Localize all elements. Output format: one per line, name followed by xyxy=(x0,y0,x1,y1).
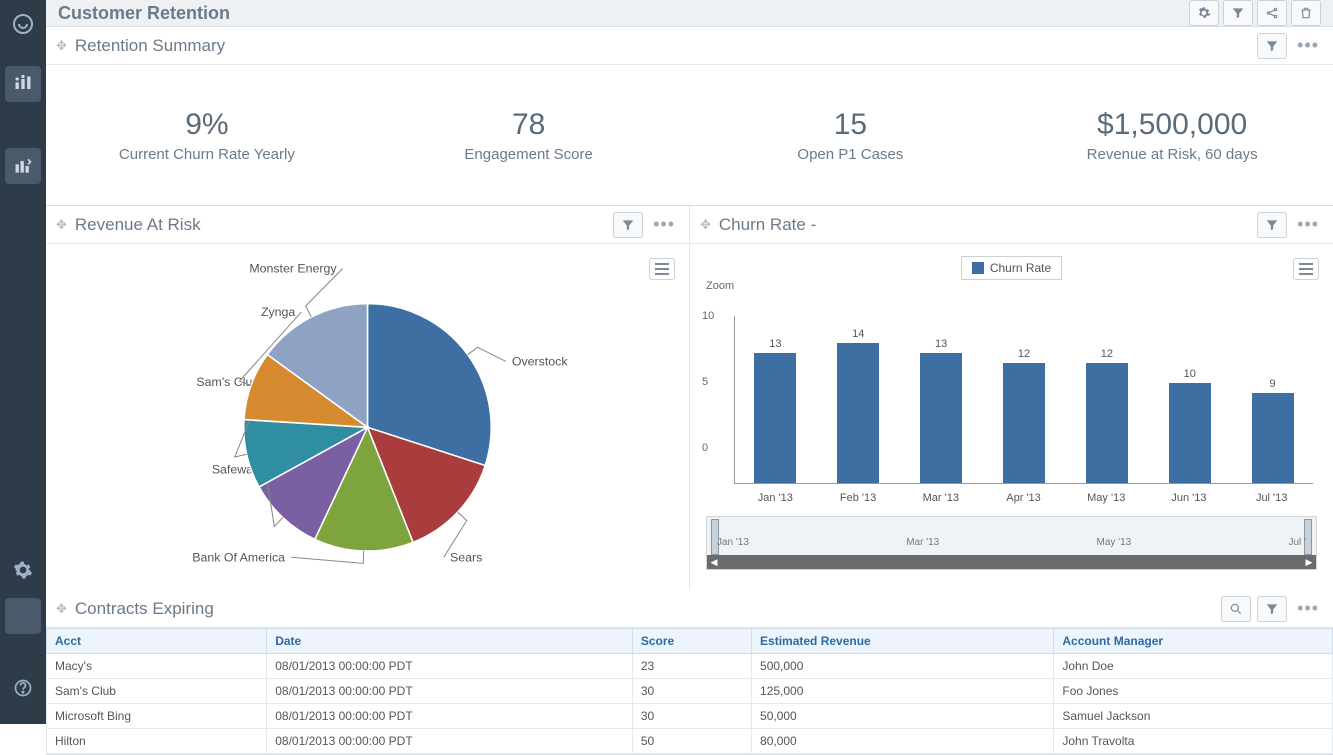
panel-revenue-at-risk: ✥ Revenue At Risk ••• Overstock Sears Bank… xyxy=(46,206,690,590)
panel-retention-summary: ✥ Retention Summary ••• 9% Current Churn… xyxy=(46,27,1333,206)
panel-title: Contracts Expiring xyxy=(75,599,214,619)
kpi-engagement: 78 Engagement Score xyxy=(368,108,690,163)
panel-contracts-expiring: ✥ Contracts Expiring ••• AcctDateScoreEs… xyxy=(46,590,1333,755)
pie-label: Sears xyxy=(450,550,482,564)
kpi-revenue-risk: $1,500,000 Revenue at Risk, 60 days xyxy=(1011,108,1333,163)
table-header[interactable]: Account Manager xyxy=(1054,629,1333,654)
share-button[interactable] xyxy=(1257,0,1287,26)
pie-chart: OverstockSearsBank Of AmericaSafewaySam'… xyxy=(58,252,677,582)
topbar: Customer Retention xyxy=(46,0,1333,27)
move-icon[interactable]: ✥ xyxy=(56,601,67,617)
pie-label: Bank Of America xyxy=(192,550,285,564)
page-title: Customer Retention xyxy=(58,3,230,24)
chart-navigator[interactable]: Jan '13 Mar '13 May '13 Jul ' ◀ ▶ xyxy=(706,516,1317,570)
move-icon[interactable]: ✥ xyxy=(56,38,67,54)
nav-help-icon[interactable] xyxy=(5,670,41,706)
delete-button[interactable] xyxy=(1291,0,1321,26)
chart-menu-button[interactable] xyxy=(1293,258,1319,280)
filter-button[interactable] xyxy=(1223,0,1253,26)
bar-chart: 10 5 0 1314131212109 Jan '13Feb '13Mar '… xyxy=(702,298,1321,508)
bar-x-label: Apr '13 xyxy=(982,492,1065,504)
pie-label: Zynga xyxy=(261,305,295,319)
panel-menu-button[interactable]: ••• xyxy=(649,214,679,235)
panel-menu-button[interactable]: ••• xyxy=(1293,598,1323,619)
table-header[interactable]: Date xyxy=(267,629,633,654)
table-row[interactable]: Microsoft Bing08/01/2013 00:00:00 PDT305… xyxy=(47,704,1333,729)
chart-legend: Churn Rate xyxy=(961,256,1062,280)
bar-column[interactable]: 13 xyxy=(909,338,974,483)
contracts-table: AcctDateScoreEstimated RevenueAccount Ma… xyxy=(46,628,1333,754)
table-header[interactable]: Score xyxy=(632,629,751,654)
kpi-open-cases: 15 Open P1 Cases xyxy=(690,108,1012,163)
bar-column[interactable]: 12 xyxy=(1074,348,1139,483)
panel-churn-rate: ✥ Churn Rate - ••• Churn Rate Zoom xyxy=(690,206,1333,590)
settings-button[interactable] xyxy=(1189,0,1219,26)
bar-x-label: Feb '13 xyxy=(817,492,900,504)
panel-menu-button[interactable]: ••• xyxy=(1293,214,1323,235)
main-content: Customer Retention ✥ Retention Summary •… xyxy=(46,0,1333,724)
bar-x-label: Jul '13 xyxy=(1230,492,1313,504)
nav-dashboard-icon[interactable] xyxy=(5,66,41,102)
panel-menu-button[interactable]: ••• xyxy=(1293,35,1323,56)
table-header[interactable]: Acct xyxy=(47,629,267,654)
nav-settings-icon[interactable] xyxy=(5,552,41,588)
bar-column[interactable]: 9 xyxy=(1240,378,1305,483)
panel-filter-button[interactable] xyxy=(613,212,643,238)
table-row[interactable]: Sam's Club08/01/2013 00:00:00 PDT30125,0… xyxy=(47,679,1333,704)
table-row[interactable]: Hilton08/01/2013 00:00:00 PDT5080,000Joh… xyxy=(47,729,1333,754)
navigator-right-arrow[interactable]: ▶ xyxy=(1304,557,1314,567)
charts-row: ✥ Revenue At Risk ••• Overstock Sears Bank… xyxy=(46,206,1333,590)
bar-x-label: Jun '13 xyxy=(1148,492,1231,504)
pie-label: Monster Energy xyxy=(249,262,337,276)
bar-column[interactable]: 13 xyxy=(743,338,808,483)
bar-x-label: May '13 xyxy=(1065,492,1148,504)
app-logo-icon xyxy=(7,8,39,40)
bar-x-label: Jan '13 xyxy=(734,492,817,504)
table-row[interactable]: Macy's08/01/2013 00:00:00 PDT23500,000Jo… xyxy=(47,654,1333,679)
kpi-row: 9% Current Churn Rate Yearly 78 Engageme… xyxy=(46,65,1333,205)
panel-title: Retention Summary xyxy=(75,36,225,56)
kpi-churn-rate: 9% Current Churn Rate Yearly xyxy=(46,108,368,163)
bar-column[interactable]: 10 xyxy=(1157,368,1222,483)
search-button[interactable] xyxy=(1221,596,1251,622)
left-sidebar xyxy=(0,0,46,724)
move-icon[interactable]: ✥ xyxy=(56,217,67,233)
panel-filter-button[interactable] xyxy=(1257,596,1287,622)
panel-filter-button[interactable] xyxy=(1257,212,1287,238)
bar-column[interactable]: 12 xyxy=(992,348,1057,483)
bar-x-label: Mar '13 xyxy=(899,492,982,504)
table-header[interactable]: Estimated Revenue xyxy=(752,629,1054,654)
nav-reports-icon[interactable] xyxy=(5,148,41,184)
nav-user-icon[interactable] xyxy=(5,598,41,634)
panel-title: Churn Rate - xyxy=(719,215,816,235)
pie-label: Overstock xyxy=(512,354,568,368)
panel-filter-button[interactable] xyxy=(1257,33,1287,59)
panel-title: Revenue At Risk xyxy=(75,215,201,235)
bar-column[interactable]: 14 xyxy=(826,328,891,483)
move-icon[interactable]: ✥ xyxy=(700,217,711,233)
zoom-label: Zoom xyxy=(706,280,1321,292)
navigator-left-arrow[interactable]: ◀ xyxy=(709,557,719,567)
